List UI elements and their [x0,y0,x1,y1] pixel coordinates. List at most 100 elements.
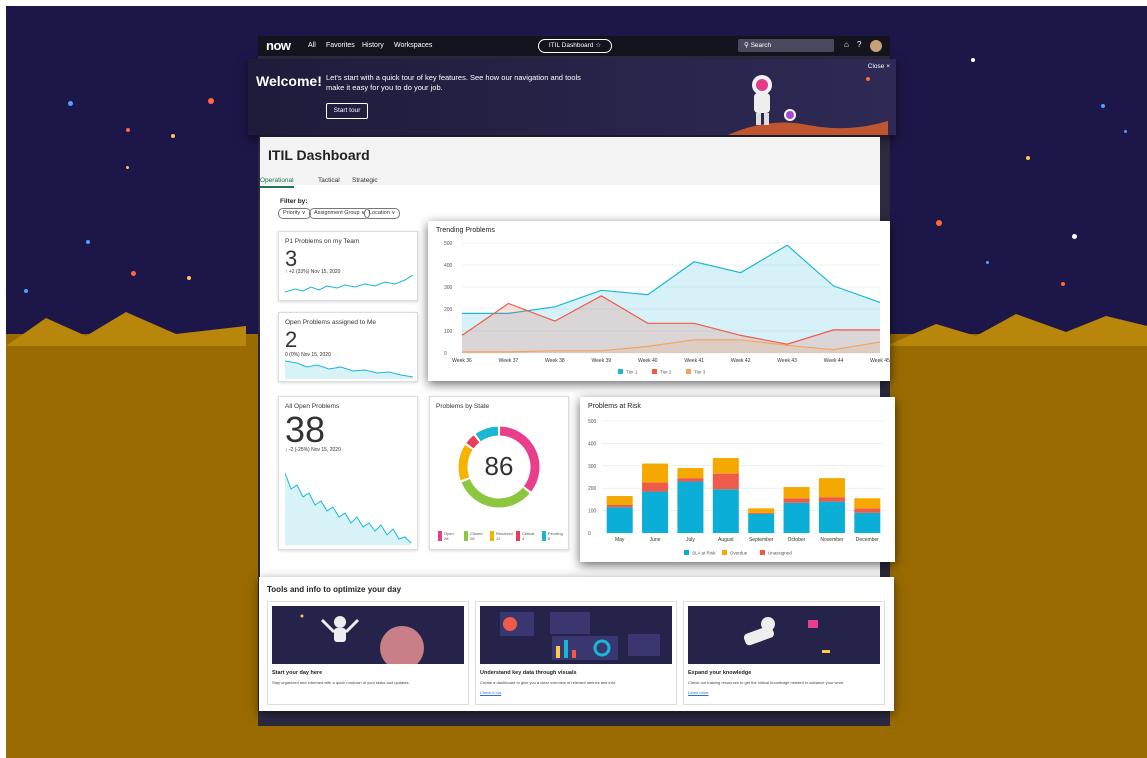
card-title: P1 Problems on my Team [285,238,360,245]
card-open-problems-me[interactable]: Open Problems assigned to Me 2 0 (0%) No… [278,312,418,382]
y-tick-label: 500 [444,241,453,247]
bar-unassigned [677,478,704,482]
card-delta: ↓ -2 (-25%) Nov 15, 2020 [285,447,341,453]
mountain-right [886,314,1147,346]
avatar[interactable] [870,40,882,52]
notification-icon[interactable]: ⌂ [844,40,849,50]
bar-sla-at-risk [606,507,633,533]
legend-label: Unassigned [768,551,792,556]
sparkline [285,472,412,545]
x-tick-label: Week 42 [731,358,751,364]
tab-tactical[interactable]: Tactical [318,177,340,184]
x-tick-label: July [686,537,695,543]
bar-overdue [783,487,810,499]
legend-swatch [516,531,520,541]
x-tick-label: Week 41 [684,358,704,364]
nav-favorites[interactable]: Favorites [326,42,355,49]
astronaut-illustration [728,75,888,135]
mountain-left [6,312,246,346]
dashboard-pill[interactable]: ITIL Dashboard ☆ [538,39,612,53]
y-tick-label: 0 [444,351,447,357]
x-tick-label: September [749,537,774,543]
x-tick-label: December [856,537,879,543]
legend-swatch [618,369,623,374]
search-placeholder: Search [750,42,772,49]
y-tick-label: 400 [444,263,453,269]
legend-label: SLA at Risk [692,551,716,556]
y-tick-label: 300 [444,285,453,291]
x-tick-label: Week 44 [824,358,844,364]
help-icon[interactable]: ? [857,40,861,50]
y-tick-label: 0 [588,531,591,537]
legend-swatch [438,531,442,541]
legend-value: 26 [470,536,475,541]
card-problems-by-state[interactable]: Problems by State 86 Open 28 Closed 26 Resol… [429,396,569,550]
card-value: 38 [285,409,326,450]
bar-sla-at-risk [854,512,881,533]
x-tick-label: November [820,537,843,543]
legend-swatch [652,369,657,374]
problems-at-risk-svg: 0 100 200 300 400 500 May June July August Septemb… [588,419,885,556]
legend-swatch [722,550,727,555]
legend-value: 8 [548,536,551,541]
star [24,289,28,293]
tab-operational[interactable]: Operational [260,177,294,188]
trending-problems-svg: 0 100 200 300 400 500 Week 36 Week 37 Week 38 Wee… [444,241,890,375]
bar-overdue [606,496,633,505]
star [131,271,136,276]
now-logo: now [266,38,291,53]
trending-problems-chart[interactable]: Trending Problems 0 100 200 300 400 500 Week 3… [428,221,890,381]
x-tick-label: August [718,537,734,543]
bar-sla-at-risk [818,501,845,533]
legend-label: Tier 3 [694,370,706,375]
tool-card-visuals[interactable]: Understand key data through visuals Crea… [475,601,677,705]
tool-card-desc: Create a dashboard to give you a clear o… [480,680,617,685]
tool-card-knowledge[interactable]: Expand your knowledge Check out training… [683,601,885,705]
legend-swatch [684,550,689,555]
bar-sla-at-risk [642,491,669,533]
tool-card-desc: Check out training resources to get the … [688,680,845,685]
welcome-banner: Welcome! Let's start with a quick tour o… [248,59,896,135]
legend-swatch [686,369,691,374]
card-all-open-problems[interactable]: All Open Problems 38 ↓ -2 (-25%) Nov 15,… [278,396,418,550]
star [1061,282,1065,286]
star [68,101,73,106]
nav-all[interactable]: All [308,42,316,49]
bar-overdue [818,478,845,498]
filter-priority[interactable]: Priority ∨ [278,208,311,219]
filter-location[interactable]: Location ∨ [364,208,401,219]
donut-total: 86 [485,451,514,481]
problems-at-risk-chart[interactable]: Problems at Risk 0 100 200 300 400 500 May June… [580,397,895,562]
tab-strategic[interactable]: Strategic [352,177,378,184]
donut-slice-closed [461,478,530,508]
learn-more-link[interactable]: Learn more [688,690,708,695]
x-tick-label: May [615,537,625,543]
check-it-out-link[interactable]: Check it out [480,690,501,695]
star [971,58,975,62]
legend-label: Tier 2 [660,370,672,375]
tool-card-start-day[interactable]: Start your day here Stay organized and i… [267,601,469,705]
x-tick-label: Week 43 [777,358,797,364]
search-input[interactable]: ⚲ Search [738,39,834,52]
top-navigation: now All Favorites History Workspaces ITI… [258,36,890,56]
y-tick-label: 400 [588,441,597,447]
filter-assignment-group[interactable]: Assignment Group ∨ [309,208,371,219]
knowledge-image [688,606,880,664]
y-tick-label: 200 [588,486,597,492]
start-tour-button[interactable]: Start tour [326,103,368,119]
bar-unassigned [606,505,633,508]
star [1101,104,1105,108]
star [936,220,942,226]
bar-unassigned [818,497,845,502]
bar-overdue [677,468,704,479]
bar-overdue [854,498,881,509]
bar-overdue [748,508,775,513]
tool-card-title: Understand key data through visuals [480,670,577,676]
legend-label: Tier 1 [626,370,638,375]
nav-history[interactable]: History [362,42,384,49]
legend-value: 4 [522,536,525,541]
star [1124,130,1127,133]
card-p1-problems[interactable]: P1 Problems on my Team 3 ↑ +2 (33%) Nov … [278,231,418,301]
nav-workspaces[interactable]: Workspaces [394,42,432,49]
card-value: 2 [285,327,298,352]
